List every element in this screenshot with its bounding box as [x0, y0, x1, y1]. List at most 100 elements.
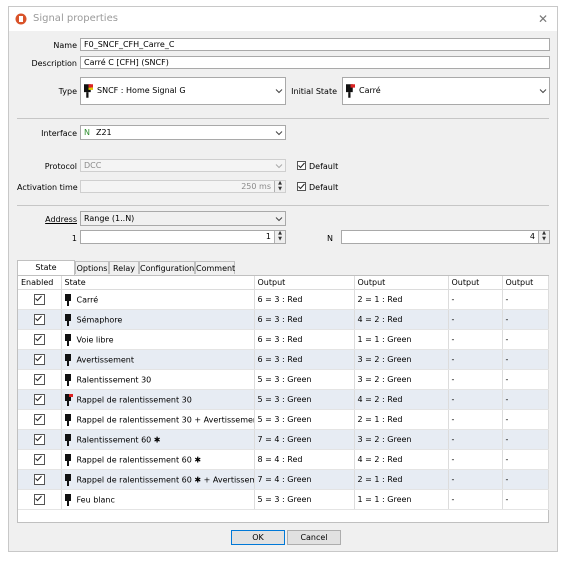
column-header-output-2[interactable]: Output	[354, 276, 449, 290]
output-cell[interactable]: -	[448, 389, 503, 410]
column-header-output-4[interactable]: Output	[502, 276, 549, 290]
table-row[interactable]: Ralentissement 30 5 = 3 : Green 3 = 2 : Gr…	[18, 369, 549, 390]
output-cell[interactable]: -	[502, 449, 549, 470]
output-cell[interactable]: 6 = 3 : Red	[254, 289, 355, 310]
tab-options[interactable]: Options	[75, 261, 109, 274]
output-cell[interactable]: -	[448, 409, 503, 430]
tab-comment[interactable]: Comment	[195, 261, 235, 274]
table-row[interactable]: Carré 6 = 3 : Red 2 = 1 : Red - -	[18, 289, 549, 310]
enabled-checkbox[interactable]	[33, 314, 45, 325]
output-cell[interactable]: -	[502, 329, 549, 350]
output-cell[interactable]: 7 = 4 : Green	[254, 429, 355, 450]
enabled-checkbox[interactable]	[33, 434, 45, 445]
output-cell[interactable]: -	[448, 309, 503, 330]
output-cell[interactable]: -	[448, 369, 503, 390]
output-cell[interactable]: -	[448, 489, 503, 510]
initial-state-combobox[interactable]: Carré	[342, 77, 550, 105]
enabled-checkbox[interactable]	[33, 354, 45, 365]
table-row[interactable]: Ralentissement 60 ✱ 7 = 4 : Green 3 = 2 : …	[18, 429, 549, 450]
enabled-checkbox[interactable]	[33, 414, 45, 425]
interface-combobox[interactable]: N Z21	[80, 125, 286, 140]
output-cell[interactable]: 4 = 2 : Red	[354, 449, 449, 470]
table-row[interactable]: Rappel de ralentissement 60 ✱ + Avertiss…	[18, 469, 549, 490]
enabled-checkbox[interactable]	[33, 374, 45, 385]
output-cell[interactable]: 7 = 4 : Green	[254, 469, 355, 490]
output-cell[interactable]: 5 = 3 : Green	[254, 389, 355, 410]
table-row[interactable]: Rappel de ralentissement 30 5 = 3 : Green…	[18, 389, 549, 410]
output-cell[interactable]: -	[448, 469, 503, 490]
output-cell[interactable]: 2 = 1 : Red	[354, 409, 449, 430]
protocol-default-checkbox[interactable]	[297, 161, 306, 170]
table-row[interactable]: Sémaphore 6 = 3 : Red 4 = 2 : Red - -	[18, 309, 549, 330]
output-cell[interactable]: 1 = 1 : Green	[354, 489, 449, 510]
output-cell[interactable]: -	[448, 449, 503, 470]
output-cell[interactable]: 5 = 3 : Green	[254, 489, 355, 510]
enabled-checkbox[interactable]	[33, 494, 45, 505]
table-row[interactable]: Rappel de ralentissement 60 ✱ 8 = 4 : Red…	[18, 449, 549, 470]
output-cell[interactable]: -	[502, 409, 549, 430]
checkmark-icon	[34, 315, 42, 322]
ok-button[interactable]: OK	[231, 530, 285, 545]
output-cell[interactable]: -	[448, 289, 503, 310]
output-cell[interactable]: -	[502, 369, 549, 390]
output-cell[interactable]: 6 = 3 : Red	[254, 329, 355, 350]
type-value: SNCF : Home Signal G	[97, 86, 186, 95]
activation-spinner[interactable]: ▲ ▼	[274, 181, 285, 192]
range-n-spinbox[interactable]: 4 ▲ ▼	[341, 230, 550, 244]
name-input[interactable]: F0_SNCF_CFH_Carre_C	[80, 38, 550, 51]
output-cell[interactable]: 5 = 3 : Green	[254, 369, 355, 390]
tab-relay[interactable]: Relay	[109, 261, 139, 274]
column-header-output-1[interactable]: Output	[254, 276, 355, 290]
output-cell[interactable]: 2 = 1 : Red	[354, 469, 449, 490]
output-cell[interactable]: -	[502, 349, 549, 370]
output-cell[interactable]: -	[502, 469, 549, 490]
column-header-state[interactable]: State	[61, 276, 255, 290]
protocol-combobox[interactable]: DCC	[80, 159, 286, 172]
output-cell[interactable]: -	[502, 489, 549, 510]
output-cell[interactable]: 8 = 4 : Red	[254, 449, 355, 470]
output-cell[interactable]: -	[448, 429, 503, 450]
output-cell[interactable]: -	[502, 309, 549, 330]
output-cell[interactable]: 3 = 2 : Green	[354, 429, 449, 450]
activation-time-spinbox[interactable]: 250 ms ▲ ▼	[80, 180, 286, 193]
range-start-spinbox[interactable]: 1 ▲ ▼	[80, 230, 286, 244]
output-cell[interactable]: 6 = 3 : Red	[254, 349, 355, 370]
output-cell[interactable]: -	[448, 349, 503, 370]
enabled-checkbox[interactable]	[33, 294, 45, 305]
output-cell[interactable]: -	[448, 329, 503, 350]
output-cell[interactable]: -	[502, 389, 549, 410]
description-input[interactable]: Carré C [CFH] (SNCF)	[80, 56, 550, 69]
column-header-output-3[interactable]: Output	[448, 276, 503, 290]
protocol-value: DCC	[84, 161, 102, 170]
table-row[interactable]: Feu blanc 5 = 3 : Green 1 = 1 : Green - -	[18, 489, 549, 510]
type-combobox[interactable]: SNCF : Home Signal G	[80, 77, 286, 105]
output-cell[interactable]: 4 = 2 : Red	[354, 389, 449, 410]
activation-default-checkbox[interactable]	[297, 182, 306, 191]
output-cell[interactable]: 1 = 1 : Green	[354, 329, 449, 350]
table-row[interactable]: Rappel de ralentissement 30 + Avertissem…	[18, 409, 549, 430]
address-combobox[interactable]: Range (1..N)	[80, 211, 286, 226]
range-n-spinner[interactable]: ▲ ▼	[538, 231, 549, 243]
range-start-spinner[interactable]: ▲ ▼	[274, 231, 285, 243]
table-row[interactable]: Voie libre 6 = 3 : Red 1 = 1 : Green - -	[18, 329, 549, 350]
close-button[interactable]: ✕	[535, 11, 551, 27]
cancel-button[interactable]: Cancel	[287, 530, 341, 545]
output-cell[interactable]: 2 = 1 : Red	[354, 289, 449, 310]
table-row[interactable]: Avertissement 6 = 3 : Red 3 = 2 : Green - -	[18, 349, 549, 370]
enabled-checkbox[interactable]	[33, 454, 45, 465]
output-cell[interactable]: 4 = 2 : Red	[354, 309, 449, 330]
enabled-checkbox[interactable]	[33, 474, 45, 485]
state-name: Ralentissement 30	[76, 375, 152, 384]
output-cell[interactable]: -	[502, 429, 549, 450]
enabled-checkbox[interactable]	[33, 334, 45, 345]
output-cell[interactable]: 3 = 2 : Green	[354, 369, 449, 390]
tab-configuration[interactable]: Configuration	[139, 261, 195, 274]
output-cell[interactable]: -	[502, 289, 549, 310]
column-header-enabled[interactable]: Enabled	[18, 276, 62, 290]
output-cell[interactable]: 5 = 3 : Green	[254, 409, 355, 430]
tab-state-mapping[interactable]: State mapping	[17, 260, 75, 285]
enabled-checkbox[interactable]	[33, 394, 45, 405]
output-cell[interactable]: 6 = 3 : Red	[254, 309, 355, 330]
output-cell[interactable]: 3 = 2 : Green	[354, 349, 449, 370]
signal-state-icon	[64, 333, 71, 346]
